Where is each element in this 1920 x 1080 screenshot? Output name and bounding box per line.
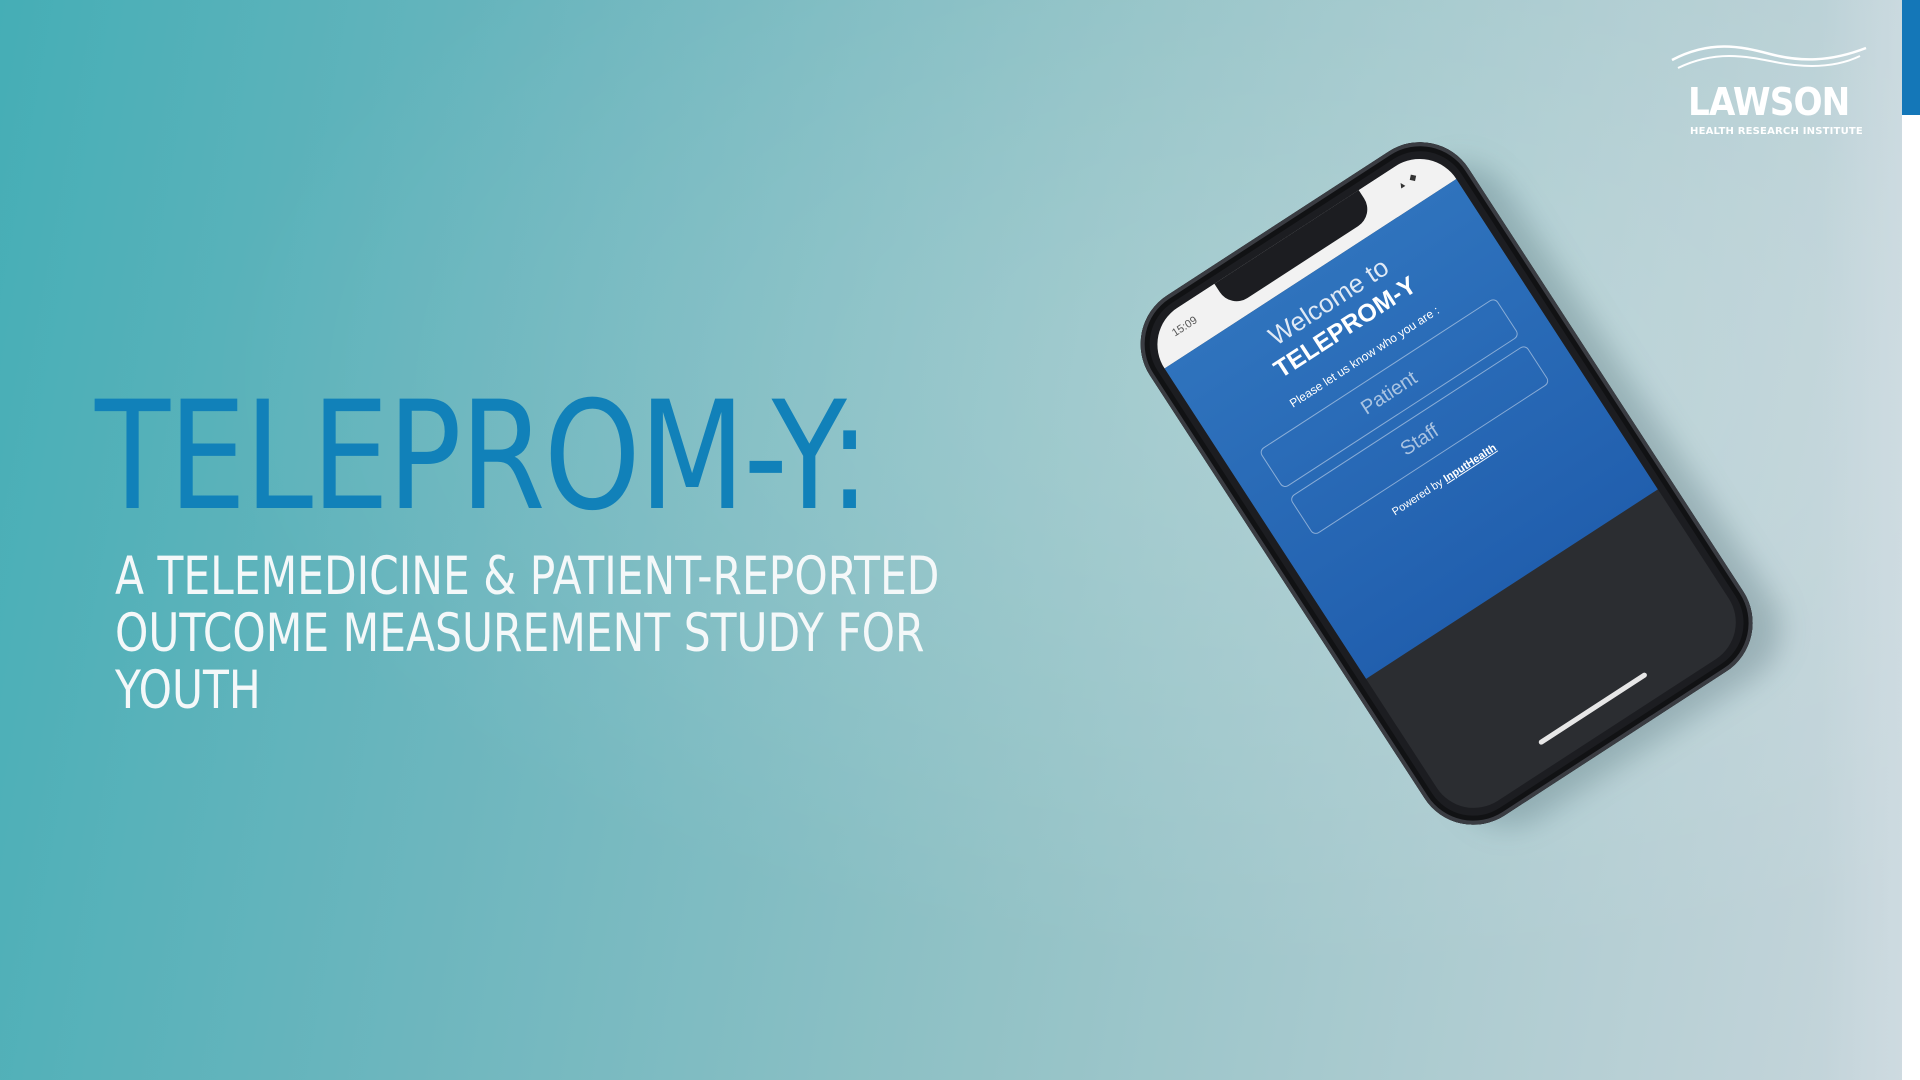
subtitle-line: OUTCOME MEASUREMENT STUDY FOR — [115, 603, 925, 664]
logo-tagline: HEALTH RESEARCH INSTITUTE — [1690, 126, 1863, 137]
logo-name: LAWSON — [1688, 80, 1850, 124]
page-title: TELEPROM-Y: — [95, 370, 870, 544]
right-edge-strip — [1902, 0, 1920, 1080]
lawson-logo: LAWSON HEALTH RESEARCH INSTITUTE — [1670, 38, 1870, 138]
phone-image: 15:09 ▴ ◆ Welcome to TELEPROM-Y Please l… — [1118, 109, 1803, 848]
status-time: 15:09 — [1169, 314, 1200, 340]
subtitle-line: A TELEMEDICINE & PATIENT-REPORTED — [115, 546, 940, 607]
signal-icon: ▴ ◆ — [1396, 170, 1421, 192]
accent-bar — [1902, 0, 1920, 115]
app-welcome-panel: Welcome to TELEPROM-Y Please let us know… — [1164, 179, 1658, 679]
powered-by-brand: InputHealth — [1441, 441, 1499, 485]
powered-by-prefix: Powered by — [1390, 476, 1446, 519]
edge-shade — [1822, 0, 1902, 1080]
subtitle: A TELEMEDICINE & PATIENT-REPORTED OUTCOM… — [115, 548, 995, 719]
subtitle-line: YOUTH — [115, 660, 261, 721]
